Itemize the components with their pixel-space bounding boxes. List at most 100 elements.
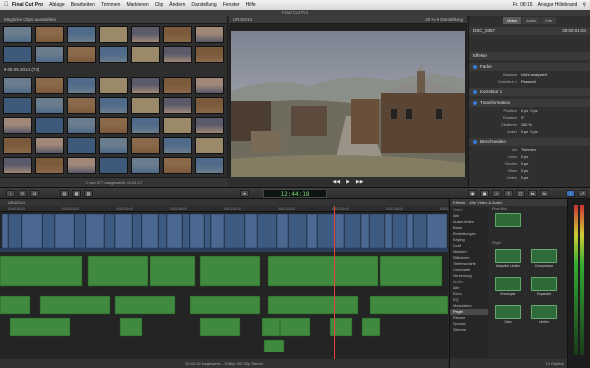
clip-thumbnail[interactable] bbox=[3, 157, 32, 174]
clip-thumbnail[interactable] bbox=[163, 77, 192, 94]
menu-bearbeiten[interactable]: Bearbeiten bbox=[71, 2, 95, 8]
clip-thumbnail[interactable] bbox=[99, 26, 128, 43]
playhead[interactable] bbox=[334, 206, 335, 359]
video-clip[interactable] bbox=[204, 213, 211, 249]
audio-clip[interactable] bbox=[199, 317, 241, 337]
clip-thumbnail[interactable] bbox=[3, 117, 32, 134]
play-icon[interactable]: ▶ bbox=[346, 179, 350, 185]
row-value-x[interactable]: 0 px bbox=[521, 109, 528, 113]
row-value-y[interactable]: 0 px bbox=[530, 130, 537, 134]
clip-thumbnail[interactable] bbox=[163, 117, 192, 134]
row-value[interactable]: 0 px bbox=[521, 162, 528, 166]
audio-clip[interactable] bbox=[279, 317, 311, 337]
video-clip[interactable] bbox=[132, 213, 142, 249]
clip-thumbnail[interactable] bbox=[3, 26, 32, 43]
row-value[interactable]: Trimmen bbox=[521, 148, 536, 152]
effect-preview[interactable] bbox=[492, 213, 524, 235]
transition-icon[interactable]: ⇆ bbox=[528, 190, 537, 197]
video-clip[interactable] bbox=[244, 213, 258, 249]
append-clip-icon[interactable]: ▧ bbox=[84, 190, 93, 197]
clip-thumbnail[interactable] bbox=[195, 26, 224, 43]
video-clip[interactable] bbox=[1, 213, 9, 249]
menu-hilfe[interactable]: Hilfe bbox=[246, 2, 256, 8]
video-clip[interactable] bbox=[257, 213, 277, 249]
clip-thumbnail[interactable] bbox=[3, 137, 32, 154]
clip-thumbnail[interactable] bbox=[67, 26, 96, 43]
video-clip[interactable] bbox=[85, 213, 105, 249]
user-name[interactable]: Ansgar Hillebrand bbox=[538, 2, 578, 8]
audio-clip[interactable] bbox=[39, 295, 111, 315]
clip-thumbnail[interactable] bbox=[67, 157, 96, 174]
clip-thumbnail[interactable] bbox=[99, 137, 128, 154]
audio-clip[interactable] bbox=[261, 317, 283, 337]
clip-thumbnail[interactable] bbox=[99, 77, 128, 94]
clip-thumbnail[interactable] bbox=[131, 157, 160, 174]
video-clip[interactable] bbox=[224, 213, 245, 249]
audio-clip[interactable] bbox=[379, 255, 443, 287]
clip-thumbnail[interactable] bbox=[3, 46, 32, 63]
video-clip[interactable] bbox=[21, 213, 43, 249]
photo-icon[interactable]: ▣ bbox=[480, 190, 489, 197]
video-clip[interactable] bbox=[74, 213, 86, 249]
enable-checkbox-icon[interactable] bbox=[473, 101, 477, 105]
apple-menu-icon[interactable]:  bbox=[4, 2, 12, 8]
video-clip[interactable] bbox=[344, 213, 361, 249]
row-value[interactable]: 0 px bbox=[521, 169, 528, 173]
timeline-tracks[interactable] bbox=[0, 212, 448, 352]
audio-clip[interactable] bbox=[267, 295, 359, 315]
audio-clip[interactable] bbox=[361, 317, 381, 337]
share-icon[interactable]: ↗ bbox=[578, 190, 587, 197]
clip-thumbnail[interactable] bbox=[35, 46, 64, 63]
effect-item[interactable]: Limiter bbox=[528, 305, 560, 327]
effects-filter[interactable]: Alle Video & Audio bbox=[469, 200, 502, 205]
clip-thumbnail[interactable] bbox=[195, 46, 224, 63]
clip-thumbnail[interactable] bbox=[35, 97, 64, 114]
video-clip[interactable] bbox=[114, 213, 133, 249]
video-clip[interactable] bbox=[413, 213, 427, 249]
video-clip[interactable] bbox=[276, 213, 289, 249]
enable-checkbox-icon[interactable] bbox=[473, 140, 477, 144]
generator-icon[interactable]: ▢ bbox=[516, 190, 525, 197]
music-icon[interactable]: ♫ bbox=[492, 190, 501, 197]
menu-markieren[interactable]: Markieren bbox=[126, 2, 148, 8]
clip-thumbnail[interactable] bbox=[99, 117, 128, 134]
clip-thumbnail[interactable] bbox=[163, 46, 192, 63]
audio-clip[interactable] bbox=[119, 317, 143, 337]
enable-checkbox-icon[interactable] bbox=[473, 65, 477, 69]
video-clip[interactable] bbox=[288, 213, 307, 249]
row-value-x[interactable]: 0 px bbox=[521, 130, 528, 134]
clip-thumbnail[interactable] bbox=[3, 77, 32, 94]
row-value[interactable]: 0 px bbox=[521, 176, 528, 180]
clip-thumbnail[interactable] bbox=[35, 117, 64, 134]
effect-item[interactable]: Enveloper bbox=[492, 277, 524, 299]
audio-clip[interactable] bbox=[267, 255, 379, 287]
clip-thumbnail[interactable] bbox=[131, 137, 160, 154]
clip-thumbnail[interactable] bbox=[67, 137, 96, 154]
menu-app-name[interactable]: Final Cut Pro bbox=[12, 2, 43, 8]
row-value[interactable]: 0 px bbox=[521, 155, 528, 159]
clip-thumbnail[interactable] bbox=[67, 97, 96, 114]
video-clip[interactable] bbox=[182, 213, 190, 249]
menu-aendern[interactable]: Ändern bbox=[169, 2, 185, 8]
video-clip[interactable] bbox=[406, 213, 414, 249]
next-frame-icon[interactable]: ▶▶ bbox=[356, 179, 364, 185]
row-value-y[interactable]: 0 px bbox=[530, 109, 537, 113]
clip-thumbnail[interactable] bbox=[131, 117, 160, 134]
clip-thumbnail[interactable] bbox=[195, 157, 224, 174]
audio-clip[interactable] bbox=[0, 255, 83, 287]
audio-clip[interactable] bbox=[369, 295, 448, 315]
tool-select-icon[interactable]: ➤ bbox=[240, 190, 249, 197]
previous-frame-icon[interactable]: ◀◀ bbox=[332, 179, 340, 185]
color-board-icon[interactable]: ◉ bbox=[468, 190, 477, 197]
tab-video[interactable]: Video bbox=[502, 17, 522, 24]
row-value[interactable]: Passend bbox=[521, 80, 536, 84]
menu-clip[interactable]: Clip bbox=[155, 2, 164, 8]
view-menu[interactable]: Darstellung bbox=[440, 17, 463, 22]
import-icon[interactable]: ↓ bbox=[6, 190, 15, 197]
video-clip[interactable] bbox=[306, 213, 318, 249]
clip-thumbnail[interactable] bbox=[195, 77, 224, 94]
clip-thumbnail[interactable] bbox=[163, 97, 192, 114]
clock-text[interactable]: Fr. 08:15 bbox=[513, 2, 533, 8]
video-clip[interactable] bbox=[426, 213, 448, 249]
clip-thumbnail[interactable] bbox=[67, 46, 96, 63]
